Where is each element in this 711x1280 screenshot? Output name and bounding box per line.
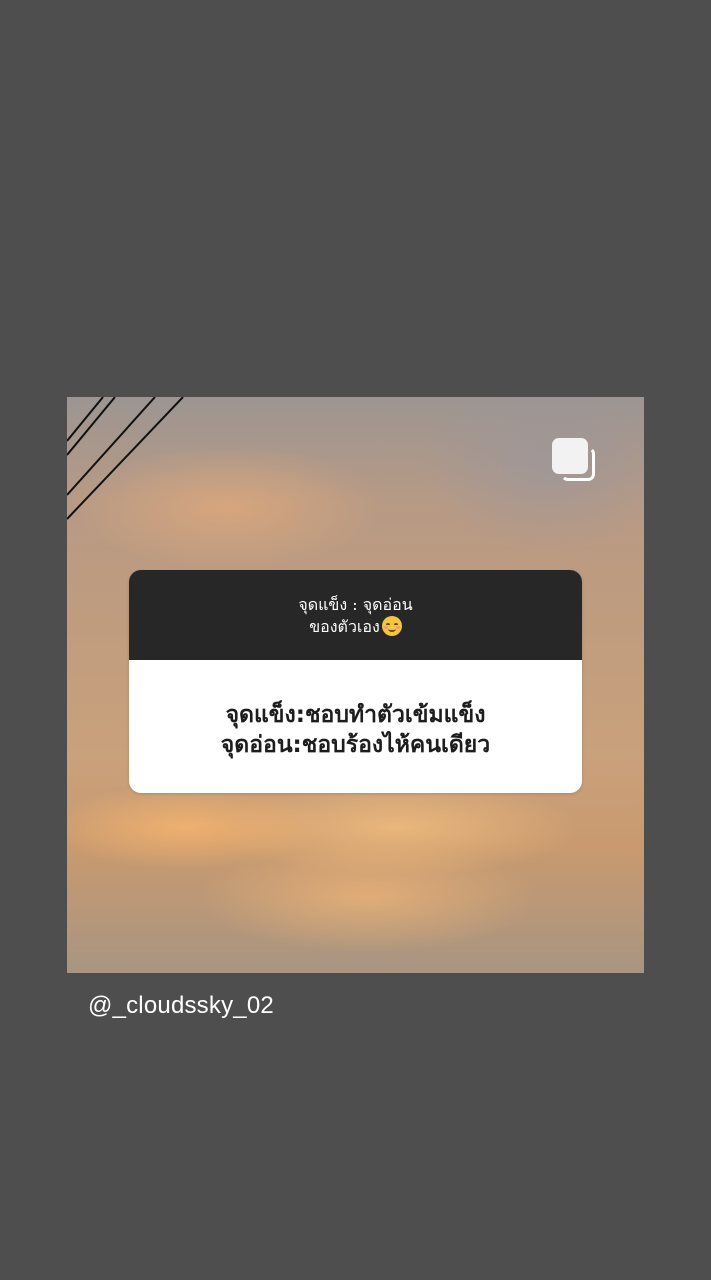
answer-line-2: จุดอ่อน:ชอบร้องไห้คนเดียว xyxy=(220,732,491,758)
username-mention[interactable]: @_cloudssky_02 xyxy=(88,992,274,1020)
multiple-images-icon[interactable] xyxy=(551,437,599,485)
power-lines xyxy=(67,397,184,520)
question-sticker: จุดแข็ง : จุดอ่อน ของตัวเอง จุดแข็ง:ชอบท… xyxy=(129,570,582,793)
question-header: จุดแข็ง : จุดอ่อน ของตัวเอง xyxy=(129,570,582,660)
story-post-image[interactable]: จุดแข็ง : จุดอ่อน ของตัวเอง จุดแข็ง:ชอบท… xyxy=(67,397,644,973)
smiling-face-icon xyxy=(381,616,402,636)
question-line-2: ของตัวเอง xyxy=(309,617,380,636)
question-line-1: จุดแข็ง : จุดอ่อน xyxy=(298,595,413,614)
answer-text: จุดแข็ง:ชอบทำตัวเข้มแข็ง จุดอ่อน:ชอบร้อง… xyxy=(129,660,582,793)
answer-line-1: จุดแข็ง:ชอบทำตัวเข้มแข็ง xyxy=(225,702,486,728)
